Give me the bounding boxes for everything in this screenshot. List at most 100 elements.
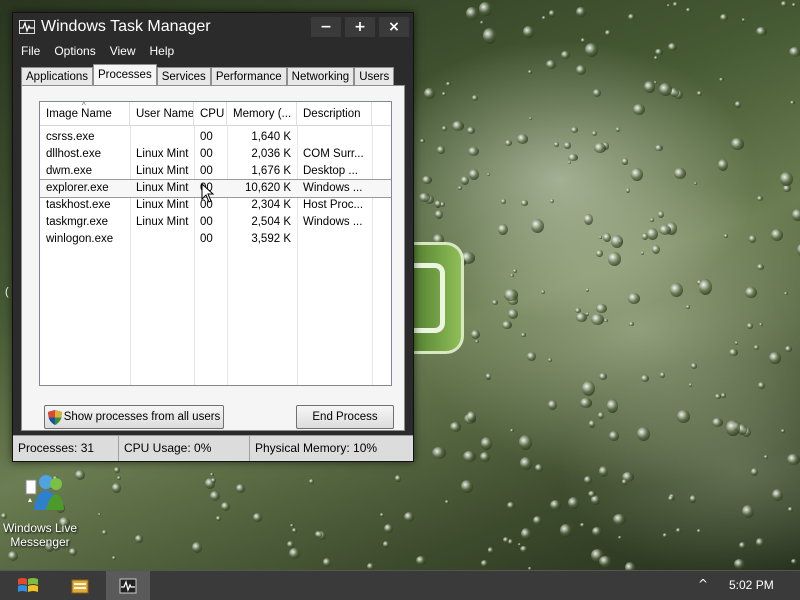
water-droplet: [763, 454, 768, 459]
tab-applications[interactable]: Applications: [21, 67, 94, 86]
water-droplet: [636, 427, 650, 442]
menu-view[interactable]: View: [110, 41, 136, 61]
desktop-icon-windows-live-messenger[interactable]: Windows Live Messenger: [2, 470, 78, 549]
water-droplet: [748, 235, 757, 244]
tab-users[interactable]: Users: [354, 67, 395, 86]
water-droplet: [560, 523, 572, 538]
water-droplet: [422, 175, 433, 184]
table-row[interactable]: taskhost.exe Linux Mint 00 2,304 K Host Proc…: [40, 197, 391, 214]
water-droplet: [97, 513, 101, 517]
cell-user-name: [130, 231, 194, 248]
cell-user-name: [130, 129, 194, 146]
mouse-cursor-icon: [201, 183, 215, 203]
water-droplet: [581, 380, 596, 397]
cell-memory: 2,036 K: [251, 148, 291, 160]
column-cpu[interactable]: CPU: [194, 102, 227, 125]
water-droplet: [726, 420, 740, 436]
water-droplet: [366, 563, 374, 570]
table-row[interactable]: explorer.exeLinux Mint0010,620 KWindows …: [40, 179, 391, 198]
list-header: ^ Image Name User Name CPU Memory (... D…: [40, 102, 391, 126]
water-droplet: [647, 228, 659, 241]
water-droplet: [510, 274, 515, 278]
tab-processes[interactable]: Processes: [93, 64, 157, 86]
water-droplet: [323, 558, 332, 567]
task-manager-window[interactable]: Windows Task Manager − + × File Options …: [12, 12, 414, 462]
taskbar-clock[interactable]: 5:02 PM: [729, 578, 774, 592]
water-droplet: [584, 214, 594, 225]
water-droplet: [717, 158, 728, 171]
water-droplet: [549, 10, 555, 18]
table-row[interactable]: dwm.exe Linux Mint 00 1,676 K Desktop ...: [40, 163, 391, 180]
water-droplet: [649, 218, 654, 222]
water-droplet: [102, 529, 107, 535]
water-droplet: [547, 399, 558, 410]
menu-options[interactable]: Options: [54, 41, 95, 61]
water-droplet: [463, 450, 476, 463]
table-row[interactable]: winlogon.exe 00 3,592 K: [40, 231, 391, 248]
taskbar: ^ 5:02 PM: [0, 570, 800, 600]
water-droplet: [598, 556, 613, 568]
tab-performance[interactable]: Performance: [210, 67, 287, 86]
water-droplet: [668, 43, 677, 52]
water-droplet: [686, 8, 691, 13]
water-droplet: [290, 523, 294, 528]
column-user-name[interactable]: User Name: [130, 102, 194, 125]
water-droplet: [553, 142, 560, 148]
taskbar-task-manager[interactable]: [106, 571, 150, 600]
water-droplet: [769, 351, 781, 365]
water-droplet: [719, 13, 728, 22]
water-droplet: [452, 120, 464, 131]
water-droplet: [691, 363, 697, 369]
water-droplet: [549, 500, 561, 511]
water-droplet: [479, 1, 492, 17]
processes-panel: ^ Image Name User Name CPU Memory (... D…: [21, 85, 405, 431]
water-droplet: [734, 559, 746, 570]
menu-help[interactable]: Help: [150, 41, 175, 61]
desktop-icon-label: Windows Live Messenger: [2, 521, 78, 549]
table-row[interactable]: csrss.exe 00 1,640 K: [40, 129, 391, 146]
end-process-button[interactable]: End Process: [296, 405, 394, 429]
water-droplet: [719, 77, 725, 82]
water-droplet: [621, 158, 629, 165]
water-droplet: [467, 146, 479, 156]
water-droplet: [576, 65, 586, 76]
close-button[interactable]: ×: [379, 17, 409, 37]
maximize-button[interactable]: +: [345, 17, 375, 37]
minimize-button[interactable]: −: [311, 17, 341, 37]
water-droplet: [444, 500, 449, 504]
water-droplet: [472, 95, 479, 102]
water-droplet: [292, 527, 298, 533]
cell-user-name: Linux Mint: [136, 148, 189, 160]
column-description[interactable]: Description: [297, 102, 372, 125]
water-droplet: [744, 286, 757, 299]
show-hidden-icons-button[interactable]: ^: [698, 577, 708, 591]
water-droplet: [750, 467, 759, 476]
water-droplet: [114, 466, 121, 473]
water-droplet: [658, 83, 672, 97]
column-image-name[interactable]: ^ Image Name: [40, 102, 130, 125]
column-memory[interactable]: Memory (...: [227, 102, 297, 125]
cell-user-name: Linux Mint: [136, 165, 189, 177]
cell-image-name: taskhost.exe: [46, 199, 111, 211]
water-droplet: [522, 26, 535, 38]
title-bar[interactable]: Windows Task Manager − + ×: [13, 13, 413, 41]
cell-description: COM Surr...: [303, 148, 364, 160]
taskbar-file-manager[interactable]: [58, 571, 102, 600]
menu-file[interactable]: File: [21, 41, 40, 61]
tab-networking[interactable]: Networking: [286, 67, 355, 86]
cell-description: Host Proc...: [303, 199, 364, 211]
water-droplet: [479, 21, 484, 25]
water-droplet: [640, 375, 650, 383]
status-process-count: Processes: 31: [13, 436, 119, 461]
table-row[interactable]: dllhost.exe Linux Mint 00 2,036 K COM Surr..…: [40, 146, 391, 163]
water-droplet: [662, 533, 667, 538]
start-button[interactable]: [6, 571, 50, 600]
tab-services[interactable]: Services: [156, 67, 211, 86]
cell-description: Windows ...: [303, 216, 363, 228]
water-droplet: [111, 555, 117, 561]
table-row[interactable]: taskmgr.exe Linux Mint 00 2,504 K Windows ..…: [40, 214, 391, 231]
water-droplet: [535, 464, 544, 473]
show-all-processes-button[interactable]: Show processes from all users: [44, 405, 224, 429]
process-list[interactable]: ^ Image Name User Name CPU Memory (... D…: [39, 101, 392, 386]
cell-cpu: 00: [200, 216, 213, 228]
